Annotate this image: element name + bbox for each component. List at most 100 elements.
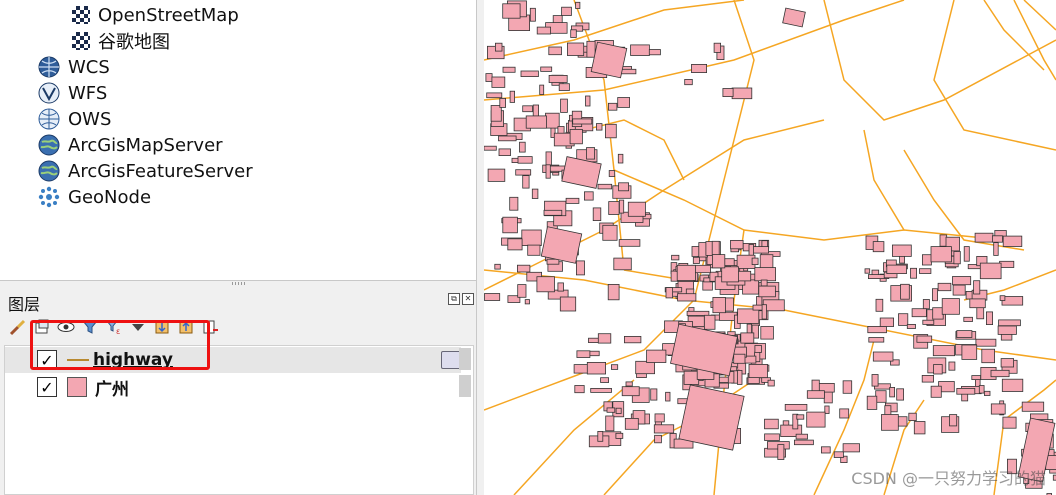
building-footprint xyxy=(597,430,604,442)
building-footprint xyxy=(777,444,785,460)
tree-item-geonode[interactable]: GeoNode xyxy=(38,184,151,210)
building-footprint xyxy=(646,349,667,363)
building-footprint xyxy=(498,148,511,156)
building-footprint xyxy=(842,443,860,453)
building-footprint xyxy=(997,325,1017,335)
tree-item-arcgis-feature-server[interactable]: ArcGisFeatureServer xyxy=(38,158,253,184)
building-footprint xyxy=(974,232,994,243)
building-footprint xyxy=(793,439,814,446)
building-footprint xyxy=(654,434,662,444)
building-footprint xyxy=(948,361,956,371)
building-footprint xyxy=(585,95,591,107)
building-footprint xyxy=(971,375,981,381)
tree-item-wcs[interactable]: WCS xyxy=(38,54,110,80)
tree-item-label: OWS xyxy=(68,108,112,130)
building-footprint xyxy=(952,284,966,296)
building-footprint xyxy=(919,268,932,274)
building-footprint xyxy=(548,46,562,56)
building-footprint xyxy=(545,151,552,167)
building-footprint xyxy=(795,433,808,440)
building-footprint xyxy=(650,388,658,401)
building-footprint xyxy=(979,262,1002,280)
building-footprint xyxy=(937,282,952,292)
layers-panel-title: 图层 xyxy=(8,295,41,314)
building-footprint xyxy=(961,344,978,360)
tree-item-google-map[interactable]: 谷歌地图 xyxy=(72,28,170,54)
building-footprint xyxy=(490,105,502,122)
building-footprint xyxy=(502,216,518,234)
building-footprint xyxy=(567,42,585,56)
building-footprint xyxy=(615,407,622,414)
building-footprint xyxy=(536,26,552,35)
building-footprint xyxy=(684,79,693,86)
tree-item-ows[interactable]: OWS xyxy=(38,106,111,132)
building-footprint xyxy=(487,168,506,182)
building-footprint xyxy=(981,348,995,364)
building-footprint xyxy=(596,123,603,131)
building-footprint xyxy=(871,374,879,387)
map-divider[interactable] xyxy=(476,0,484,495)
building-footprint xyxy=(575,1,581,9)
layer-row-guangzhou[interactable]: ✓ 广州 xyxy=(5,374,461,400)
building-footprint xyxy=(973,280,981,295)
close-panel-button[interactable]: ✕ xyxy=(462,293,474,305)
row-scroll-indicator xyxy=(459,348,471,370)
building-footprint xyxy=(618,182,630,192)
building-footprint xyxy=(618,239,641,247)
building-footprint xyxy=(900,283,910,300)
building-footprint xyxy=(540,66,553,72)
building-footprint xyxy=(509,90,516,103)
building-footprint xyxy=(597,333,612,344)
arcgis-map-server-icon xyxy=(38,134,60,156)
building-footprint xyxy=(921,374,935,383)
map-canvas[interactable]: CSDN @一只努力学习的猫 xyxy=(484,0,1056,495)
splitter-grip[interactable] xyxy=(232,282,246,285)
building-footprint xyxy=(993,242,999,256)
building-footprint xyxy=(760,326,774,340)
building-footprint xyxy=(737,308,760,324)
building-footprint xyxy=(519,141,526,153)
layer-visibility-checkbox[interactable]: ✓ xyxy=(37,377,57,397)
building-footprint xyxy=(586,147,596,160)
building-footprint xyxy=(584,191,594,201)
building-footprint xyxy=(602,224,618,241)
building-footprint xyxy=(736,369,743,385)
building-footprint xyxy=(484,145,497,151)
building-footprint xyxy=(712,296,726,314)
building-footprint xyxy=(721,266,739,283)
ows-globe-icon xyxy=(38,108,60,130)
building-footprint xyxy=(605,123,617,139)
tree-item-openstreetmap[interactable]: OpenStreetMap xyxy=(72,2,239,28)
wcs-globe-icon xyxy=(38,56,60,78)
building-footprint xyxy=(930,385,942,398)
building-footprint xyxy=(889,386,896,398)
float-panel-button[interactable]: ⧉ xyxy=(448,293,460,305)
tree-item-arcgis-map-server[interactable]: ArcGisMapServer xyxy=(38,132,223,158)
building-footprint xyxy=(586,361,607,375)
building-footprint xyxy=(796,414,805,420)
browser-panel: OpenStreetMap 谷歌地图 WCS WFS OWS ArcGisMap… xyxy=(0,0,476,280)
tree-item-label: ArcGisMapServer xyxy=(68,134,223,156)
layers-panel: 图层 ⧉ ✕ ε ✓ highway ✓ 广州 xyxy=(0,286,476,495)
building-footprint xyxy=(507,238,523,251)
building-footprint xyxy=(654,413,665,423)
building-footprint xyxy=(806,390,825,399)
building-footprint xyxy=(782,7,806,28)
style-manager-button[interactable] xyxy=(8,317,28,337)
building-footprint xyxy=(491,76,506,88)
building-footprint xyxy=(740,332,755,344)
polygon-symbol xyxy=(67,377,87,397)
building-footprint xyxy=(921,254,932,266)
building-footprint xyxy=(570,29,577,38)
building-footprint xyxy=(525,115,547,129)
building-footprint xyxy=(517,264,531,273)
building-footprint xyxy=(833,451,844,458)
building-footprint xyxy=(676,264,696,281)
building-footprint xyxy=(692,256,700,264)
tree-item-wfs[interactable]: WFS xyxy=(38,80,107,106)
building-footprint xyxy=(910,267,917,279)
building-footprint xyxy=(527,244,541,256)
building-footprint xyxy=(933,364,943,375)
building-footprint xyxy=(867,325,887,334)
building-footprint xyxy=(572,118,593,125)
